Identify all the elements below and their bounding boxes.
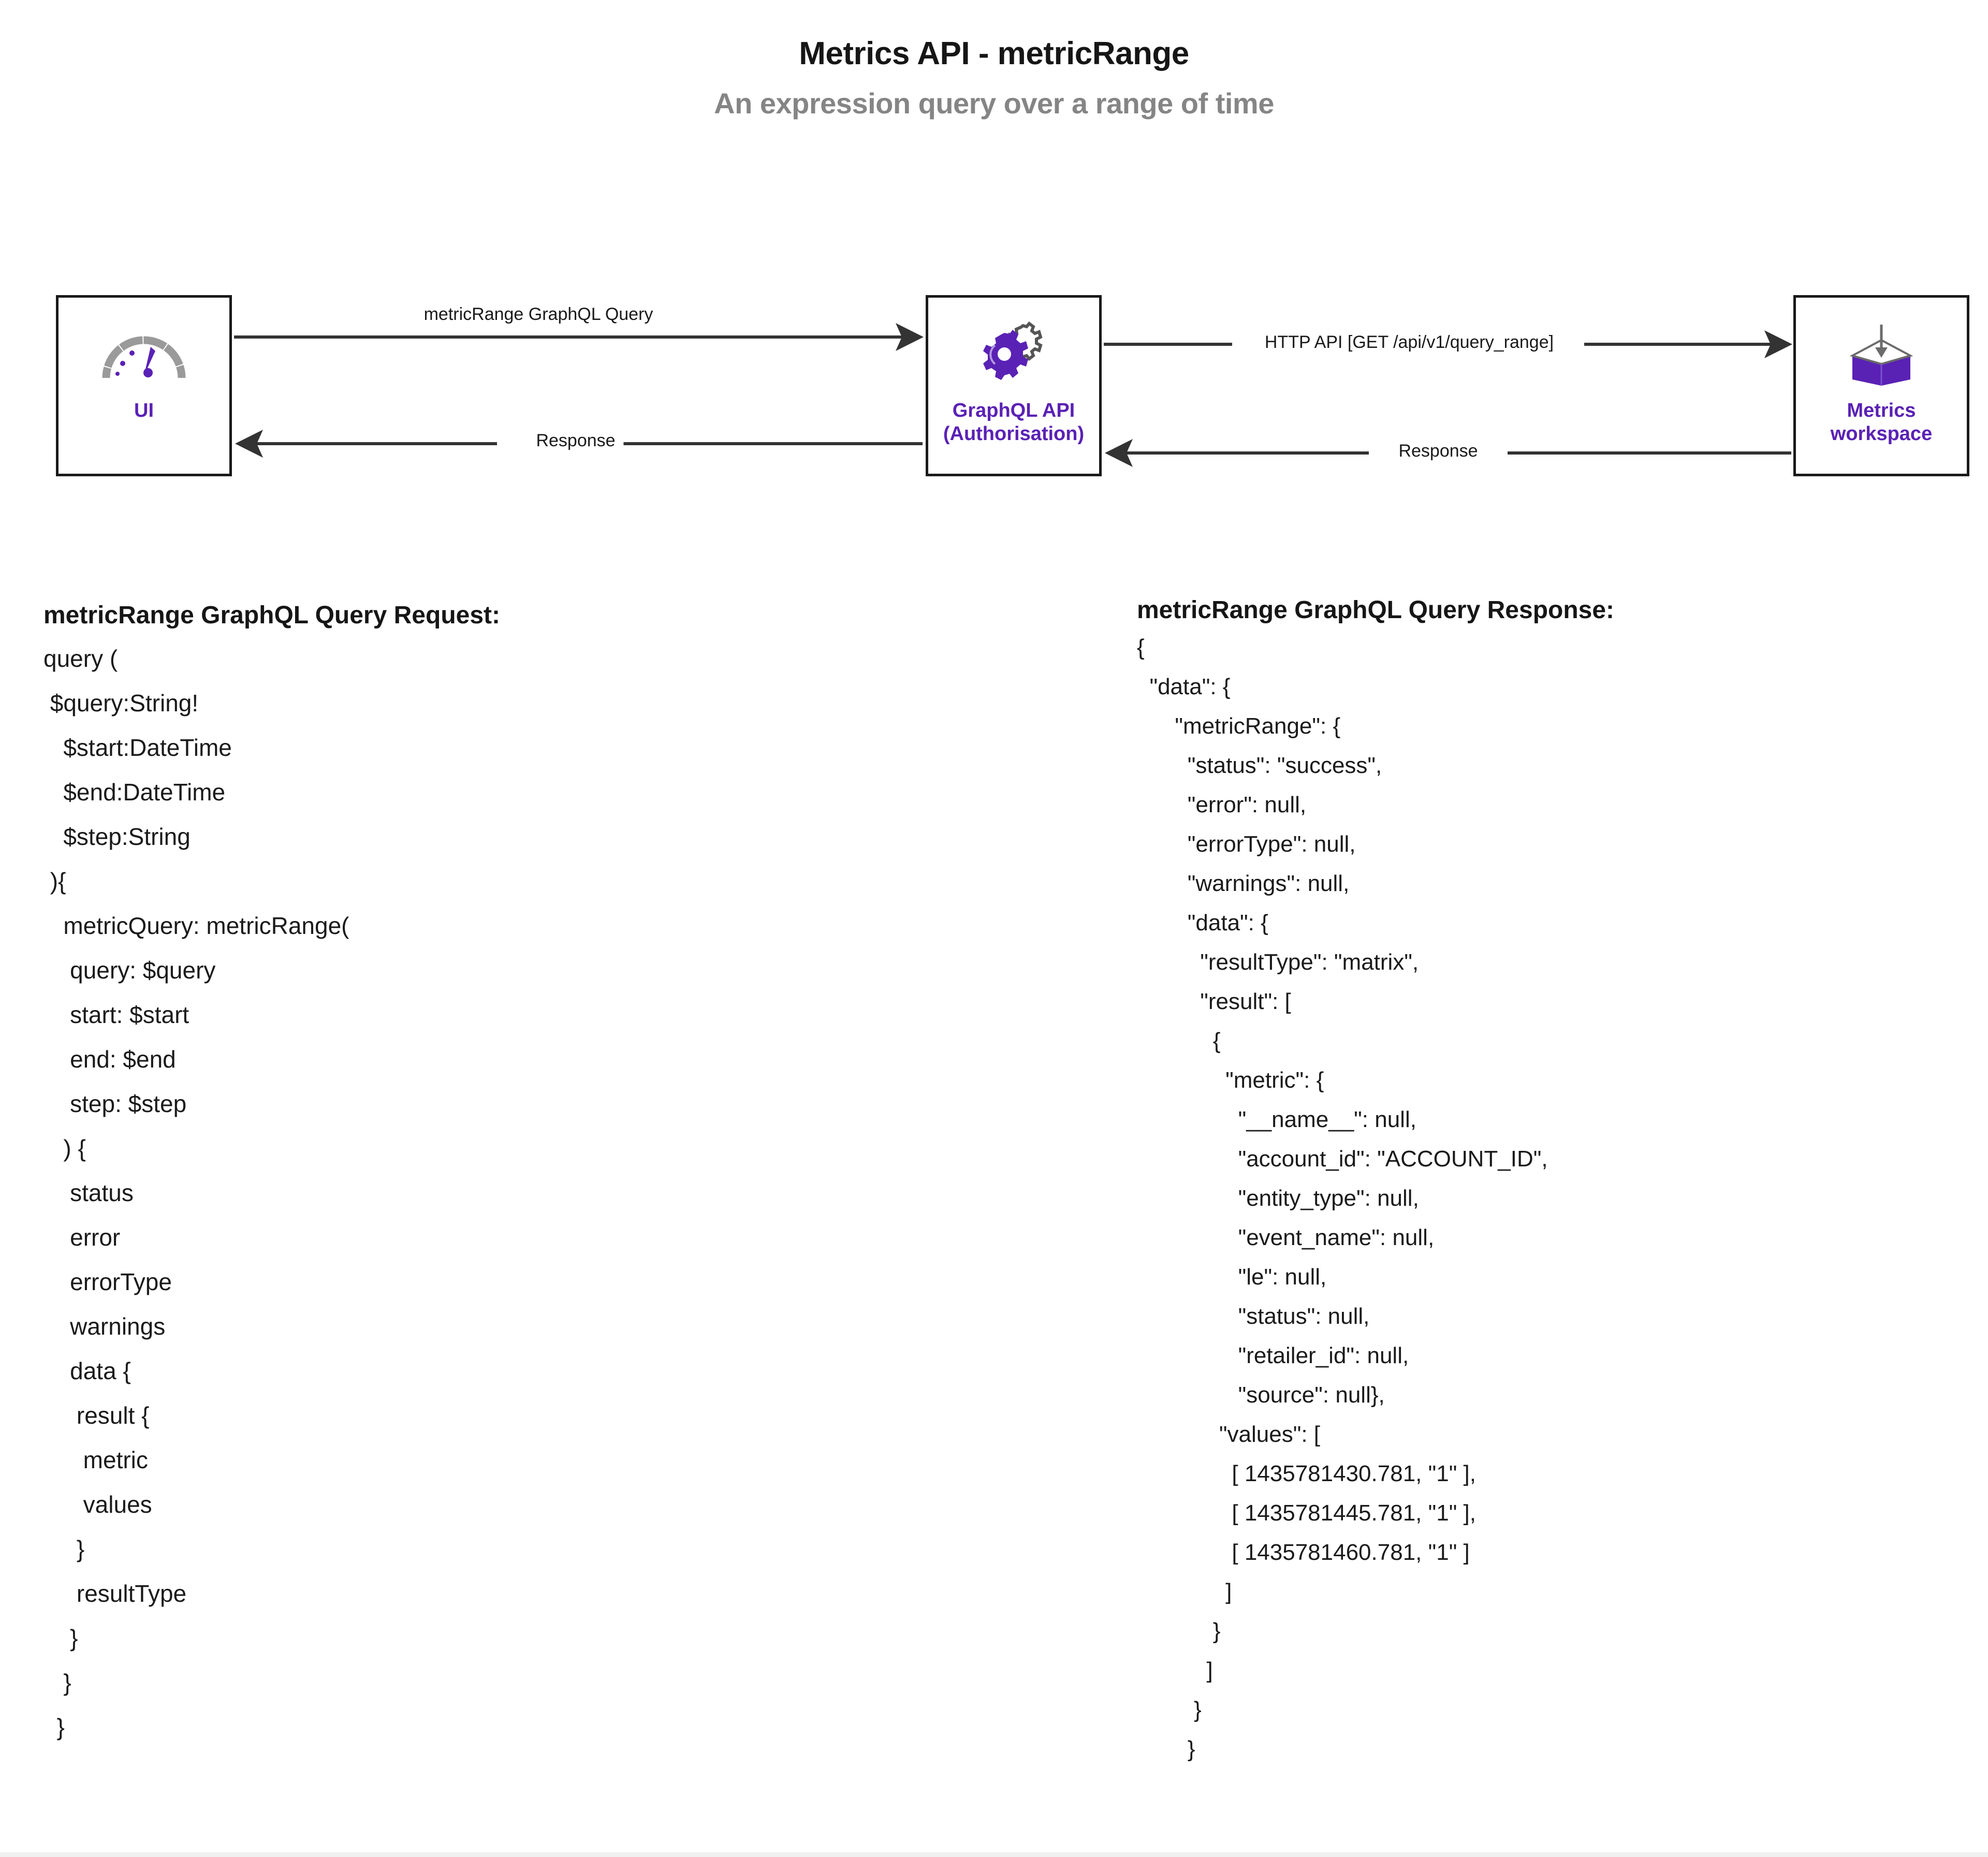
request-panel: metricRange GraphQL Query Request: query… [43,603,500,1749]
code-line: { [1137,1028,1221,1054]
code-line: "values": [ [1137,1422,1321,1447]
code-line: warnings [43,1313,166,1340]
code-line: ] [1137,1658,1213,1683]
diagram-node-graphql-api-label: GraphQL API (Authorisation) [939,399,1088,446]
code-line: "data": { [1137,674,1231,699]
page-title: Metrics API - metricRange [799,36,1189,71]
code-line: "warnings": null, [1137,871,1350,896]
graphql-api-label-line2: (Authorisation) [943,422,1085,445]
code-line: "event_name": null, [1137,1225,1435,1250]
code-line: step: $step [43,1090,187,1117]
code-line: [ 1435781430.781, "1" ], [1137,1461,1476,1486]
code-line: } [43,1669,71,1696]
code-line: "source": null}, [1137,1382,1385,1408]
edge-label-ui-to-api: metricRange GraphQL Query [415,304,662,325]
diagram-node-ui-label: UI [134,400,154,421]
page-header: Metrics API - metricRange An expression … [0,0,1988,120]
code-line: } [1137,1736,1195,1762]
code-line: ){ [43,868,66,895]
code-line: errorType [43,1268,172,1295]
code-line: start: $start [43,1001,189,1028]
code-line: $query:String! [43,690,199,717]
code-line: "result": [ [1137,989,1291,1014]
code-line: "error": null, [1137,792,1307,817]
code-line: "status": "success", [1137,753,1382,778]
code-line: "le": null, [1137,1264,1327,1290]
code-line: resultType [43,1580,187,1607]
code-line: } [1137,1697,1202,1722]
metrics-workspace-label-line1: Metrics [1847,400,1916,421]
code-line: } [1137,1618,1221,1644]
gears-icon [972,316,1055,394]
code-line: ] [1137,1579,1232,1604]
code-line: "metric": { [1137,1068,1324,1093]
code-line: result { [43,1402,150,1429]
code-line: "retailer_id": null, [1137,1343,1409,1368]
code-line: "entity_type": null, [1137,1186,1419,1211]
edge-label-api-to-ui: Response [528,431,624,451]
code-line: $start:DateTime [43,734,232,761]
code-line: $end:DateTime [43,779,226,806]
cube-ingest-icon [1845,316,1918,394]
code-line: query: $query [43,957,216,984]
response-code-block: { "data": { "metricRange": { "status": "… [1137,628,1614,1769]
code-line: "metricRange": { [1137,713,1341,739]
diagram-node-ui[interactable]: UI [56,295,232,476]
graphql-api-label-line1: GraphQL API [952,400,1075,421]
edge-label-ws-to-api: Response [1390,441,1486,461]
response-panel: metricRange GraphQL Query Response: { "d… [1137,598,1614,1769]
code-line: "account_id": "ACCOUNT_ID", [1137,1146,1548,1172]
code-line: } [43,1714,65,1741]
code-line: error [43,1224,121,1251]
code-line: data { [43,1357,131,1384]
code-line: "data": { [1137,910,1268,935]
code-line: status [43,1179,134,1206]
bottom-band [0,1852,1988,1857]
code-line: "status": null, [1137,1304,1370,1329]
architecture-diagram: metricRange GraphQL Query Response HTTP … [0,295,1988,502]
diagram-node-metrics-workspace-label: Metrics workspace [1826,399,1936,446]
diagram-node-graphql-api[interactable]: GraphQL API (Authorisation) [926,295,1102,476]
code-line: } [43,1625,78,1651]
code-line: { [1137,635,1145,660]
code-line: end: $end [43,1046,176,1073]
code-line: "errorType": null, [1137,831,1356,857]
code-line: ) { [43,1135,86,1162]
code-line: [ 1435781445.781, "1" ], [1137,1500,1476,1526]
code-line: values [43,1491,152,1518]
code-line: $step:String [43,823,191,850]
request-panel-heading: metricRange GraphQL Query Request: [43,602,500,629]
code-line: "resultType": "matrix", [1137,949,1419,975]
code-line: [ 1435781460.781, "1" ] [1137,1540,1470,1565]
code-line: "__name__": null, [1137,1107,1416,1132]
diagram-node-metrics-workspace[interactable]: Metrics workspace [1793,295,1969,476]
code-line: query ( [43,645,118,672]
metrics-workspace-label-line2: workspace [1830,422,1933,445]
code-line: metric [43,1446,148,1473]
code-line: } [43,1536,85,1562]
response-panel-heading: metricRange GraphQL Query Response: [1137,596,1615,624]
page-subtitle: An expression query over a range of time [714,87,1274,120]
request-code-block: query ( $query:String! $start:DateTime $… [43,636,500,1749]
gauge-icon [95,316,193,394]
edge-label-api-to-ws: HTTP API [GET /api/v1/query_range] [1256,332,1562,353]
code-line: metricQuery: metricRange( [43,912,349,939]
